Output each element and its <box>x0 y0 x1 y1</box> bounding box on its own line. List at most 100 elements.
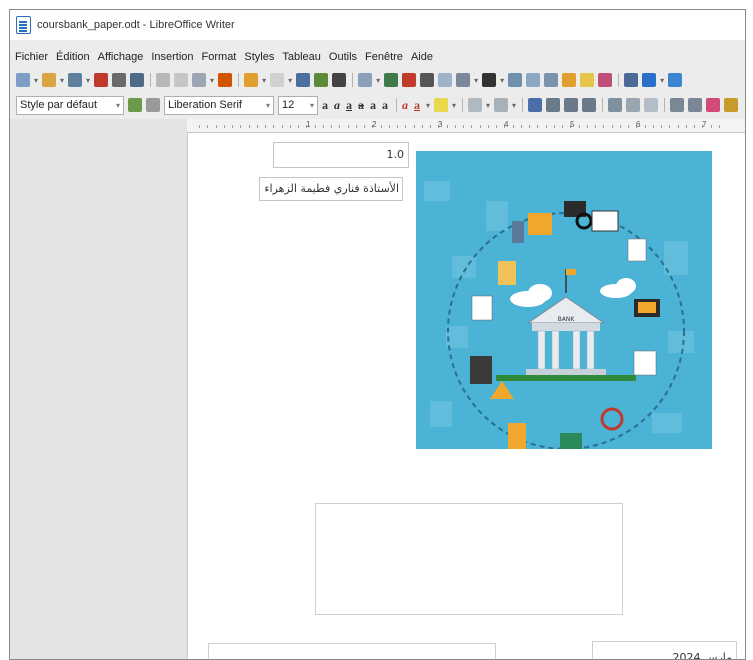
new-document-icon[interactable] <box>16 73 30 87</box>
document-page[interactable]: 1.0 الأستاذة فناري فطيمة الزهراء BANK ما… <box>187 133 745 659</box>
date-text-box[interactable]: مارس 2024 <box>592 641 737 659</box>
insert-table-icon[interactable] <box>358 73 373 87</box>
spelling-icon[interactable] <box>314 73 329 87</box>
paste-icon[interactable] <box>192 73 207 87</box>
toggle-draw-functions-icon[interactable] <box>668 73 683 87</box>
pie-report-icon <box>471 295 493 321</box>
ruler-tick <box>553 125 555 128</box>
insert-line-icon[interactable] <box>624 73 639 87</box>
empty-bottom-text-box[interactable] <box>208 643 496 659</box>
find-replace-icon[interactable] <box>296 73 311 87</box>
print-preview-icon[interactable] <box>130 73 145 87</box>
horizontal-ruler[interactable]: 1 2 3 4 5 6 7 <box>187 119 745 133</box>
chevron-down-icon[interactable]: ▾ <box>452 101 456 110</box>
formatting-marks-icon[interactable] <box>332 73 347 87</box>
track-changes-icon[interactable] <box>598 73 613 87</box>
banking-illustration[interactable]: BANK <box>416 151 712 449</box>
chevron-down-icon[interactable]: ▾ <box>376 76 380 85</box>
export-pdf-icon[interactable] <box>94 73 109 87</box>
menu-affichage[interactable]: Affichage <box>98 51 144 63</box>
italic-icon[interactable]: a <box>334 98 340 113</box>
chevron-down-icon[interactable]: ▾ <box>500 76 504 85</box>
align-right-icon[interactable] <box>564 98 579 112</box>
align-center-icon[interactable] <box>546 98 561 112</box>
money-bag-icon <box>498 261 516 285</box>
chevron-down-icon[interactable]: ▾ <box>34 76 38 85</box>
chevron-down-icon[interactable]: ▾ <box>310 101 314 110</box>
ruler-tick <box>611 125 613 128</box>
author-text-box[interactable]: الأستاذة فناري فطيمة الزهراء <box>259 177 403 201</box>
insert-page-break-icon[interactable] <box>438 73 453 87</box>
save-icon[interactable] <box>68 73 83 87</box>
highlight-pen-icon[interactable] <box>706 98 721 112</box>
chevron-down-icon[interactable]: ▾ <box>262 76 266 85</box>
menu-fichier[interactable]: Fichier <box>15 51 48 63</box>
update-style-icon[interactable] <box>128 98 142 112</box>
strikethrough-icon[interactable]: a <box>358 98 364 113</box>
insert-footnote-icon[interactable] <box>526 73 541 87</box>
menu-insertion[interactable]: Insertion <box>151 51 193 63</box>
insert-image-icon[interactable] <box>384 73 399 87</box>
new-style-icon[interactable] <box>146 98 160 112</box>
menu-edition[interactable]: Édition <box>56 51 90 63</box>
right-to-left-icon[interactable] <box>688 98 703 112</box>
chevron-down-icon[interactable]: ▾ <box>116 101 120 110</box>
menu-format[interactable]: Format <box>202 51 237 63</box>
open-icon[interactable] <box>42 73 57 87</box>
font-name-select[interactable]: Liberation Serif ▾ <box>164 95 274 115</box>
menu-tableau[interactable]: Tableau <box>282 51 321 63</box>
insert-chart-icon[interactable] <box>402 73 417 87</box>
insert-hyperlink-icon[interactable] <box>508 73 523 87</box>
menu-fenetre[interactable]: Fenêtre <box>365 51 403 63</box>
left-to-right-icon[interactable] <box>670 98 685 112</box>
clone-formatting-icon[interactable] <box>218 73 233 87</box>
chevron-down-icon[interactable]: ▾ <box>426 101 430 110</box>
chevron-down-icon[interactable]: ▾ <box>660 76 664 85</box>
font-color-icon[interactable]: a <box>414 98 420 113</box>
unordered-list-icon[interactable] <box>468 98 483 112</box>
chevron-down-icon[interactable]: ▾ <box>210 76 214 85</box>
underline-icon[interactable]: a <box>346 98 352 113</box>
menu-aide[interactable]: Aide <box>411 51 433 63</box>
justified-icon[interactable] <box>582 98 597 112</box>
chevron-down-icon[interactable]: ▾ <box>266 101 270 110</box>
chevron-down-icon[interactable]: ▾ <box>60 76 64 85</box>
chevron-down-icon[interactable]: ▾ <box>288 76 292 85</box>
decrease-indent-icon[interactable] <box>644 98 659 112</box>
font-size-select[interactable]: 12 ▾ <box>278 95 318 115</box>
undo-icon[interactable] <box>244 73 259 87</box>
subscript-icon[interactable]: a <box>382 98 388 113</box>
version-text-box[interactable]: 1.0 <box>273 142 409 168</box>
superscript-icon[interactable]: a <box>370 98 376 113</box>
chevron-down-icon[interactable]: ▾ <box>486 101 490 110</box>
empty-text-box[interactable] <box>315 503 623 615</box>
basic-shapes-icon[interactable] <box>642 73 657 87</box>
align-left-icon[interactable] <box>528 98 543 112</box>
insert-field-icon[interactable] <box>456 73 471 87</box>
insert-text-box-icon[interactable] <box>420 73 435 87</box>
insert-special-character-icon[interactable] <box>482 73 497 87</box>
increase-indent-icon[interactable] <box>626 98 641 112</box>
chevron-down-icon[interactable]: ▾ <box>512 101 516 110</box>
chevron-down-icon[interactable]: ▾ <box>86 76 90 85</box>
insert-comment-icon[interactable] <box>580 73 595 87</box>
line-spacing-icon[interactable] <box>608 98 623 112</box>
menu-styles[interactable]: Styles <box>244 51 274 63</box>
cut-icon[interactable] <box>156 73 171 87</box>
copy-icon[interactable] <box>174 73 189 87</box>
background-tile-icon <box>668 331 694 353</box>
clear-formatting-icon[interactable]: a <box>402 98 408 113</box>
ordered-list-icon[interactable] <box>494 98 509 112</box>
redo-icon[interactable] <box>270 73 285 87</box>
ruler-tick <box>405 125 407 128</box>
pen-icon[interactable] <box>724 98 739 112</box>
chevron-down-icon[interactable]: ▾ <box>474 76 478 85</box>
insert-endnote-icon[interactable] <box>544 73 559 87</box>
bold-icon[interactable]: a <box>322 98 328 113</box>
highlighting-color-icon[interactable] <box>434 98 449 112</box>
print-icon[interactable] <box>112 73 127 87</box>
insert-bookmark-icon[interactable] <box>562 73 577 87</box>
paragraph-style-select[interactable]: Style par défaut ▾ <box>16 95 124 115</box>
ruler-tick <box>644 125 646 128</box>
menu-outils[interactable]: Outils <box>329 51 357 63</box>
